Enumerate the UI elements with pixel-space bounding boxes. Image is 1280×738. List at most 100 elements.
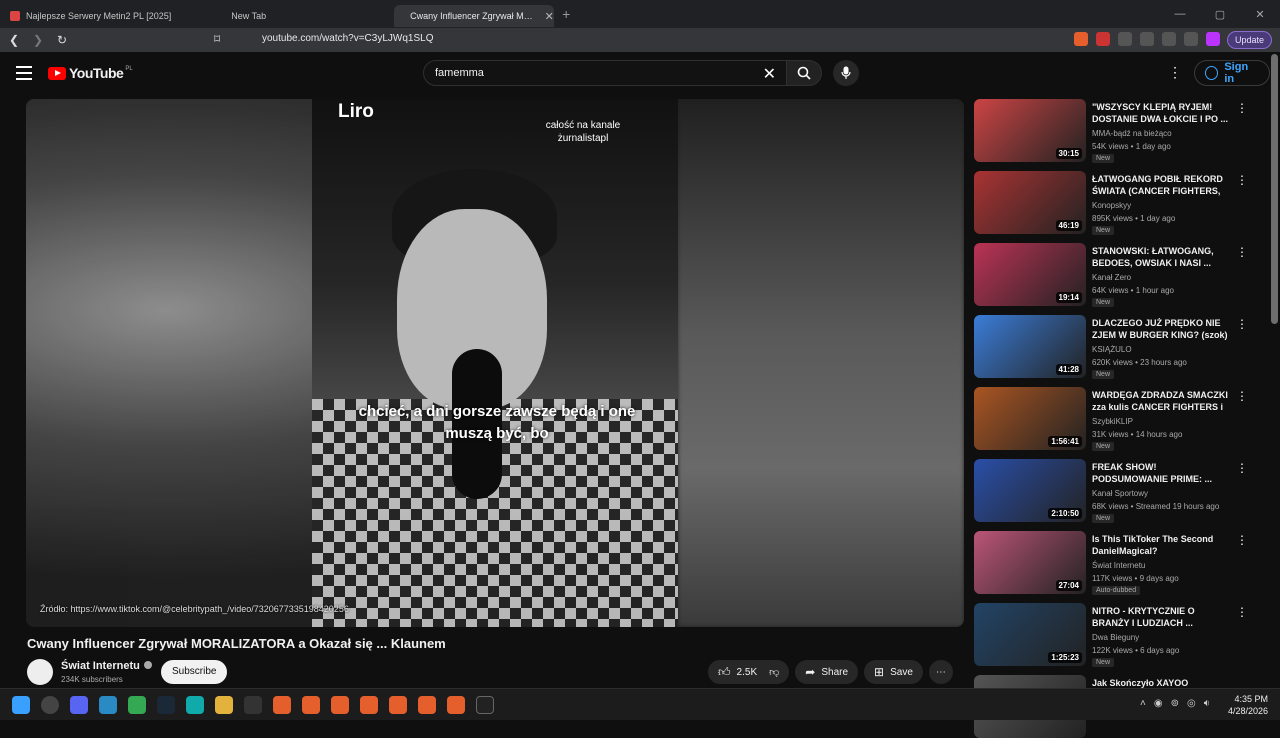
app-icon[interactable] [186, 696, 204, 714]
channel-name[interactable]: Świat Internetu [61, 660, 152, 672]
menu-icon[interactable] [16, 66, 32, 84]
recommendation-item[interactable]: Jak Skończyło XAYOO [974, 675, 1264, 738]
save-button[interactable]: ⊞ Save [864, 660, 923, 684]
recommendation-channel[interactable]: Kanał Zero [1092, 273, 1131, 282]
start-icon[interactable] [12, 696, 30, 714]
telegram-icon[interactable] [99, 696, 117, 714]
more-vertical-icon[interactable]: ⋮ [1236, 317, 1248, 331]
video-thumbnail[interactable]: 1:56:41 [974, 387, 1086, 450]
network-icon[interactable]: ◉ [1154, 698, 1163, 709]
recommendation-title[interactable]: "WSZYSCY KLEPIĄ RYJEM! DOSTANIE DWA ŁOKC… [1092, 101, 1230, 125]
sidebar-icon[interactable] [1140, 32, 1154, 46]
microphone-tray-icon[interactable]: ⊚ [1171, 698, 1179, 709]
archive-icon[interactable] [244, 696, 262, 714]
video-thumbnail[interactable]: 19:14 [974, 243, 1086, 306]
recommendation-channel[interactable]: Dwa Bieguny [1092, 633, 1139, 642]
subscribe-button[interactable]: Subscribe [161, 660, 228, 684]
wifi-icon[interactable]: ◎ [1187, 698, 1196, 709]
widget-icon[interactable] [41, 696, 59, 714]
recommendation-title[interactable]: NITRO - KRYTYCZNIE O BRANŻY I LUDZIACH .… [1092, 605, 1230, 629]
brave-rewards-icon[interactable] [1096, 32, 1110, 46]
recommendation-title[interactable]: DLACZEGO JUŻ PRĘDKO NIE ZJEM W BURGER KI… [1092, 317, 1230, 341]
video-thumbnail[interactable]: 27:04 [974, 531, 1086, 594]
more-vertical-icon[interactable]: ⋮ [1236, 101, 1248, 115]
browser-tab-metin[interactable]: Najlepsze Serwery Metin2 PL [2025] [0, 5, 181, 27]
browser-tab-youtube[interactable]: Cwany Influencer Zgrywał M… ✕ [394, 5, 555, 27]
url-text[interactable]: youtube.com/watch?v=C3yLJWq1SLQ [262, 33, 433, 44]
channel-avatar[interactable] [27, 659, 53, 685]
recommendation-item[interactable]: 27:04 Is This TikToker The Second DanielM… [974, 531, 1264, 603]
brave-icon[interactable] [273, 696, 291, 714]
recommendation-title[interactable]: ŁATWOGANG POBIŁ REKORD ŚWIATA (CANCER FI… [1092, 173, 1230, 197]
page-scrollbar[interactable] [1271, 54, 1278, 324]
recommendation-item[interactable]: 1:56:41 WARDĘGA ZDRADZA SMACZKI zza kulis… [974, 387, 1264, 459]
extensions-icon[interactable] [1118, 32, 1132, 46]
recommendation-item[interactable]: 1:25:23 NITRO - KRYTYCZNIE O BRANŻY I LUD… [974, 603, 1264, 675]
recommendation-title[interactable]: WARDĘGA ZDRADZA SMACZKI zza kulis CANCER… [1092, 389, 1230, 413]
new-tab-button[interactable]: + [562, 6, 570, 22]
forward-icon[interactable]: ❯ [28, 30, 48, 50]
recommendation-channel[interactable]: Świat Internetu [1092, 561, 1145, 570]
settings-menu-icon[interactable]: ⋮ [1168, 64, 1182, 81]
recommendation-channel[interactable]: KSIĄŻULO [1092, 345, 1132, 354]
more-vertical-icon[interactable]: ⋮ [1236, 173, 1248, 187]
recommendation-channel[interactable]: Kanał Sportowy [1092, 489, 1148, 498]
recommendation-item[interactable]: 46:19 ŁATWOGANG POBIŁ REKORD ŚWIATA (CANC… [974, 171, 1264, 243]
more-vertical-icon[interactable]: ⋮ [1236, 389, 1248, 403]
recommendation-channel[interactable]: SzybkiKLIP [1092, 417, 1133, 426]
terminal-icon[interactable] [476, 696, 494, 714]
brave-icon[interactable] [389, 696, 407, 714]
sign-in-button[interactable]: Sign in [1194, 60, 1270, 86]
close-tab-icon[interactable]: ✕ [545, 10, 554, 23]
recommendation-title[interactable]: Is This TikToker The Second DanielMagica… [1092, 533, 1230, 557]
recommendation-title[interactable]: STANOWSKI: ŁATWOGANG, BEDOES, OWSIAK I N… [1092, 245, 1230, 269]
video-thumbnail[interactable]: 1:25:23 [974, 603, 1086, 666]
close-window-icon[interactable]: ✕ [1240, 0, 1280, 28]
back-icon[interactable]: ❮ [4, 30, 24, 50]
recommendation-item[interactable]: 19:14 STANOWSKI: ŁATWOGANG, BEDOES, OWSIA… [974, 243, 1264, 315]
brave-icon[interactable] [447, 696, 465, 714]
brave-icon[interactable] [331, 696, 349, 714]
discord-icon[interactable] [70, 696, 88, 714]
more-vertical-icon[interactable]: ⋮ [1236, 461, 1248, 475]
chrome-icon[interactable] [128, 696, 146, 714]
minimize-icon[interactable]: — [1160, 0, 1200, 28]
recommendation-item[interactable]: 41:28 DLACZEGO JUŻ PRĘDKO NIE ZJEM W BURG… [974, 315, 1264, 387]
reload-icon[interactable]: ↻ [52, 30, 72, 50]
maximize-icon[interactable]: ▢ [1200, 0, 1240, 28]
video-thumbnail[interactable]: 2:10:50 [974, 459, 1086, 522]
thumbs-down-icon[interactable]: 👎︎ [769, 666, 779, 678]
update-button[interactable]: Update [1226, 31, 1272, 49]
brave-icon[interactable] [302, 696, 320, 714]
brave-icon[interactable] [418, 696, 436, 714]
recommendation-channel[interactable]: MMA-bądź na bieżąco [1092, 129, 1172, 138]
video-thumbnail[interactable]: 30:15 [974, 99, 1086, 162]
recommendation-title[interactable]: FREAK SHOW! PODSUMOWANIE PRIME: ... [1092, 461, 1230, 485]
file-explorer-icon[interactable] [215, 696, 233, 714]
video-player[interactable]: Liro całość na kanale żurnalistapl chcie… [26, 99, 964, 627]
video-thumbnail[interactable]: 41:28 [974, 315, 1086, 378]
brave-shield-icon[interactable] [1074, 32, 1088, 46]
wallet-icon[interactable] [1162, 32, 1176, 46]
clear-search-icon[interactable]: ✕ [763, 64, 776, 84]
more-actions-button[interactable]: ⋯ [928, 660, 953, 684]
search-input[interactable]: famemma ✕ [423, 60, 787, 86]
steam-icon[interactable] [157, 696, 175, 714]
brave-icon[interactable] [360, 696, 378, 714]
search-button[interactable] [786, 60, 822, 86]
youtube-logo[interactable]: YouTube PL [48, 65, 133, 81]
bookmark-icon[interactable]: ⌑ [214, 32, 220, 46]
recommendation-item[interactable]: 30:15 "WSZYSCY KLEPIĄ RYJEM! DOSTANIE DWA… [974, 99, 1264, 171]
vpn-icon[interactable] [1184, 32, 1198, 46]
like-button[interactable]: 👍︎ 2.5K 👎︎ [708, 660, 790, 684]
more-vertical-icon[interactable]: ⋮ [1236, 533, 1248, 547]
share-button[interactable]: ➦ Share [795, 660, 859, 684]
recommendation-channel[interactable]: Konopskyy [1092, 201, 1131, 210]
leo-icon[interactable] [1206, 32, 1220, 46]
chevron-up-icon[interactable]: ˄ [1140, 698, 1146, 709]
recommendation-item[interactable]: 2:10:50 FREAK SHOW! PODSUMOWANIE PRIME: .… [974, 459, 1264, 531]
more-vertical-icon[interactable]: ⋮ [1236, 245, 1248, 259]
more-vertical-icon[interactable]: ⋮ [1236, 605, 1248, 619]
video-thumbnail[interactable]: 46:19 [974, 171, 1086, 234]
volume-icon[interactable]: 🔉︎ [1204, 698, 1210, 709]
